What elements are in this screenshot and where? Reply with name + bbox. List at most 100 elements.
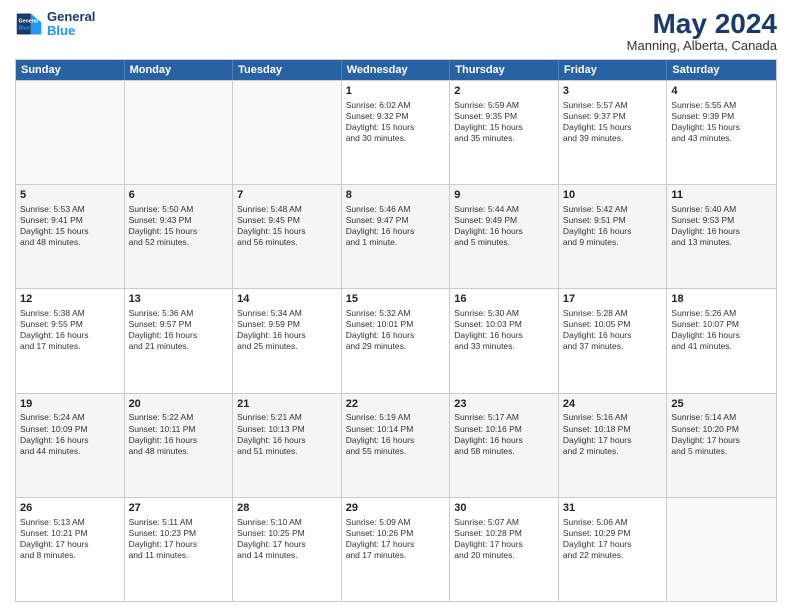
weekday-header-monday: Monday: [125, 60, 234, 80]
day-number: 3: [563, 84, 663, 99]
day-number: 16: [454, 292, 554, 307]
logo-icon: General Blue: [15, 10, 43, 38]
day-number: 6: [129, 188, 229, 203]
calendar-body: 1Sunrise: 6:02 AMSunset: 9:32 PMDaylight…: [16, 80, 776, 601]
calendar-cell-day-26: 26Sunrise: 5:13 AMSunset: 10:21 PMDaylig…: [16, 498, 125, 601]
day-info: Sunrise: 5:28 AMSunset: 10:05 PMDaylight…: [563, 308, 663, 352]
day-info: Sunrise: 5:57 AMSunset: 9:37 PMDaylight:…: [563, 100, 663, 144]
calendar-cell-day-30: 30Sunrise: 5:07 AMSunset: 10:28 PMDaylig…: [450, 498, 559, 601]
day-number: 18: [671, 292, 772, 307]
day-info: Sunrise: 5:21 AMSunset: 10:13 PMDaylight…: [237, 412, 337, 456]
weekday-header-wednesday: Wednesday: [342, 60, 451, 80]
day-info: Sunrise: 5:17 AMSunset: 10:16 PMDaylight…: [454, 412, 554, 456]
day-info: Sunrise: 5:50 AMSunset: 9:43 PMDaylight:…: [129, 204, 229, 248]
calendar-cell-day-25: 25Sunrise: 5:14 AMSunset: 10:20 PMDaylig…: [667, 394, 776, 497]
day-number: 5: [20, 188, 120, 203]
svg-text:General: General: [19, 19, 39, 25]
day-info: Sunrise: 5:38 AMSunset: 9:55 PMDaylight:…: [20, 308, 120, 352]
day-info: Sunrise: 5:40 AMSunset: 9:53 PMDaylight:…: [671, 204, 772, 248]
day-number: 11: [671, 188, 772, 203]
svg-text:Blue: Blue: [19, 26, 30, 32]
day-info: Sunrise: 5:19 AMSunset: 10:14 PMDaylight…: [346, 412, 446, 456]
calendar-cell-day-13: 13Sunrise: 5:36 AMSunset: 9:57 PMDayligh…: [125, 289, 234, 392]
calendar-cell-day-8: 8Sunrise: 5:46 AMSunset: 9:47 PMDaylight…: [342, 185, 451, 288]
day-info: Sunrise: 5:42 AMSunset: 9:51 PMDaylight:…: [563, 204, 663, 248]
day-info: Sunrise: 6:02 AMSunset: 9:32 PMDaylight:…: [346, 100, 446, 144]
day-number: 4: [671, 84, 772, 99]
calendar-cell-empty: [233, 81, 342, 184]
day-info: Sunrise: 5:14 AMSunset: 10:20 PMDaylight…: [671, 412, 772, 456]
day-info: Sunrise: 5:26 AMSunset: 10:07 PMDaylight…: [671, 308, 772, 352]
calendar-cell-day-22: 22Sunrise: 5:19 AMSunset: 10:14 PMDaylig…: [342, 394, 451, 497]
calendar-cell-day-1: 1Sunrise: 6:02 AMSunset: 9:32 PMDaylight…: [342, 81, 451, 184]
calendar-cell-day-14: 14Sunrise: 5:34 AMSunset: 9:59 PMDayligh…: [233, 289, 342, 392]
calendar-row-3: 12Sunrise: 5:38 AMSunset: 9:55 PMDayligh…: [16, 288, 776, 392]
header-right: May 2024 Manning, Alberta, Canada: [627, 10, 777, 53]
calendar-cell-day-2: 2Sunrise: 5:59 AMSunset: 9:35 PMDaylight…: [450, 81, 559, 184]
day-number: 27: [129, 501, 229, 516]
day-number: 9: [454, 188, 554, 203]
day-number: 28: [237, 501, 337, 516]
day-number: 10: [563, 188, 663, 203]
day-info: Sunrise: 5:10 AMSunset: 10:25 PMDaylight…: [237, 517, 337, 561]
calendar-cell-day-6: 6Sunrise: 5:50 AMSunset: 9:43 PMDaylight…: [125, 185, 234, 288]
day-number: 26: [20, 501, 120, 516]
calendar-cell-empty: [125, 81, 234, 184]
calendar-cell-day-18: 18Sunrise: 5:26 AMSunset: 10:07 PMDaylig…: [667, 289, 776, 392]
calendar: SundayMondayTuesdayWednesdayThursdayFrid…: [15, 59, 777, 602]
calendar-cell-day-7: 7Sunrise: 5:48 AMSunset: 9:45 PMDaylight…: [233, 185, 342, 288]
day-number: 25: [671, 397, 772, 412]
calendar-cell-day-3: 3Sunrise: 5:57 AMSunset: 9:37 PMDaylight…: [559, 81, 668, 184]
calendar-row-1: 1Sunrise: 6:02 AMSunset: 9:32 PMDaylight…: [16, 80, 776, 184]
day-info: Sunrise: 5:07 AMSunset: 10:28 PMDaylight…: [454, 517, 554, 561]
day-info: Sunrise: 5:36 AMSunset: 9:57 PMDaylight:…: [129, 308, 229, 352]
calendar-cell-day-5: 5Sunrise: 5:53 AMSunset: 9:41 PMDaylight…: [16, 185, 125, 288]
calendar-cell-day-12: 12Sunrise: 5:38 AMSunset: 9:55 PMDayligh…: [16, 289, 125, 392]
day-number: 20: [129, 397, 229, 412]
calendar-cell-day-28: 28Sunrise: 5:10 AMSunset: 10:25 PMDaylig…: [233, 498, 342, 601]
day-number: 12: [20, 292, 120, 307]
day-number: 19: [20, 397, 120, 412]
logo-text-line1: General: [47, 10, 95, 24]
day-number: 23: [454, 397, 554, 412]
day-number: 8: [346, 188, 446, 203]
location: Manning, Alberta, Canada: [627, 38, 777, 53]
weekday-header-thursday: Thursday: [450, 60, 559, 80]
calendar-cell-day-31: 31Sunrise: 5:06 AMSunset: 10:29 PMDaylig…: [559, 498, 668, 601]
day-number: 1: [346, 84, 446, 99]
header: General Blue General Blue May 2024 Manni…: [15, 10, 777, 53]
day-info: Sunrise: 5:32 AMSunset: 10:01 PMDaylight…: [346, 308, 446, 352]
day-number: 30: [454, 501, 554, 516]
calendar-cell-day-20: 20Sunrise: 5:22 AMSunset: 10:11 PMDaylig…: [125, 394, 234, 497]
day-info: Sunrise: 5:16 AMSunset: 10:18 PMDaylight…: [563, 412, 663, 456]
calendar-cell-day-17: 17Sunrise: 5:28 AMSunset: 10:05 PMDaylig…: [559, 289, 668, 392]
calendar-cell-day-21: 21Sunrise: 5:21 AMSunset: 10:13 PMDaylig…: [233, 394, 342, 497]
weekday-header-saturday: Saturday: [667, 60, 776, 80]
day-info: Sunrise: 5:22 AMSunset: 10:11 PMDaylight…: [129, 412, 229, 456]
day-number: 29: [346, 501, 446, 516]
calendar-cell-day-27: 27Sunrise: 5:11 AMSunset: 10:23 PMDaylig…: [125, 498, 234, 601]
calendar-cell-day-15: 15Sunrise: 5:32 AMSunset: 10:01 PMDaylig…: [342, 289, 451, 392]
day-number: 15: [346, 292, 446, 307]
month-title: May 2024: [627, 10, 777, 38]
calendar-cell-day-16: 16Sunrise: 5:30 AMSunset: 10:03 PMDaylig…: [450, 289, 559, 392]
calendar-row-4: 19Sunrise: 5:24 AMSunset: 10:09 PMDaylig…: [16, 393, 776, 497]
calendar-cell-day-19: 19Sunrise: 5:24 AMSunset: 10:09 PMDaylig…: [16, 394, 125, 497]
calendar-cell-day-4: 4Sunrise: 5:55 AMSunset: 9:39 PMDaylight…: [667, 81, 776, 184]
calendar-cell-day-10: 10Sunrise: 5:42 AMSunset: 9:51 PMDayligh…: [559, 185, 668, 288]
day-number: 22: [346, 397, 446, 412]
day-info: Sunrise: 5:30 AMSunset: 10:03 PMDaylight…: [454, 308, 554, 352]
day-info: Sunrise: 5:59 AMSunset: 9:35 PMDaylight:…: [454, 100, 554, 144]
day-info: Sunrise: 5:46 AMSunset: 9:47 PMDaylight:…: [346, 204, 446, 248]
day-info: Sunrise: 5:53 AMSunset: 9:41 PMDaylight:…: [20, 204, 120, 248]
day-info: Sunrise: 5:24 AMSunset: 10:09 PMDaylight…: [20, 412, 120, 456]
calendar-cell-day-23: 23Sunrise: 5:17 AMSunset: 10:16 PMDaylig…: [450, 394, 559, 497]
calendar-cell-empty: [16, 81, 125, 184]
calendar-row-5: 26Sunrise: 5:13 AMSunset: 10:21 PMDaylig…: [16, 497, 776, 601]
day-info: Sunrise: 5:55 AMSunset: 9:39 PMDaylight:…: [671, 100, 772, 144]
day-info: Sunrise: 5:06 AMSunset: 10:29 PMDaylight…: [563, 517, 663, 561]
day-info: Sunrise: 5:48 AMSunset: 9:45 PMDaylight:…: [237, 204, 337, 248]
logo: General Blue General Blue: [15, 10, 95, 39]
day-number: 24: [563, 397, 663, 412]
calendar-header: SundayMondayTuesdayWednesdayThursdayFrid…: [16, 60, 776, 80]
